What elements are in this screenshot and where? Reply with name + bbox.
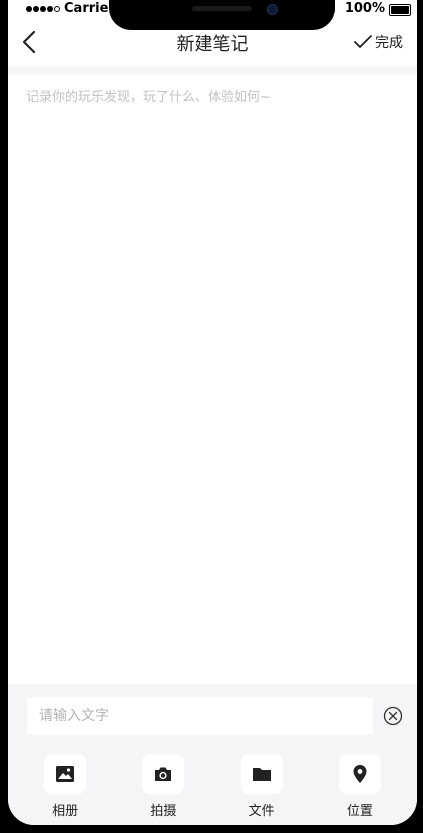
header-divider — [8, 66, 417, 74]
location-tool[interactable]: 位置 — [330, 754, 390, 819]
carrier-name: Carrie — [64, 1, 109, 16]
screen: Carrie 100% 新建笔记 完成 记录你的玩乐发现，玩了什么、体验如何~ … — [8, 0, 417, 825]
location-pin-icon — [338, 754, 381, 794]
tool-label: 相册 — [52, 804, 79, 819]
battery-icon — [389, 4, 411, 16]
image-icon — [44, 754, 87, 794]
text-input[interactable] — [27, 697, 373, 735]
done-label: 完成 — [375, 35, 403, 51]
folder-icon — [240, 754, 283, 794]
close-circle-icon — [383, 706, 403, 726]
note-content-input[interactable] — [26, 86, 399, 666]
file-tool[interactable]: 文件 — [232, 754, 292, 819]
album-tool[interactable]: 相册 — [35, 754, 95, 819]
bottom-panel: 相册 拍摄 — [8, 684, 417, 825]
signal-icon — [26, 6, 60, 12]
tool-label: 位置 — [346, 804, 373, 819]
battery-percentage: 100% — [344, 1, 385, 16]
attachment-toolbar: 相册 拍摄 文件 位置 — [8, 754, 417, 819]
done-button[interactable]: 完成 — [353, 32, 403, 52]
phone-frame: Carrie 100% 新建笔记 完成 记录你的玩乐发现，玩了什么、体验如何~ … — [0, 0, 423, 833]
checkmark-icon — [354, 35, 372, 48]
tool-label: 拍摄 — [150, 804, 177, 819]
clear-button[interactable] — [383, 706, 403, 726]
camera-tool[interactable]: 拍摄 — [133, 754, 193, 819]
device-notch — [109, 0, 335, 30]
camera-icon — [142, 754, 185, 794]
tool-label: 文件 — [248, 804, 275, 819]
